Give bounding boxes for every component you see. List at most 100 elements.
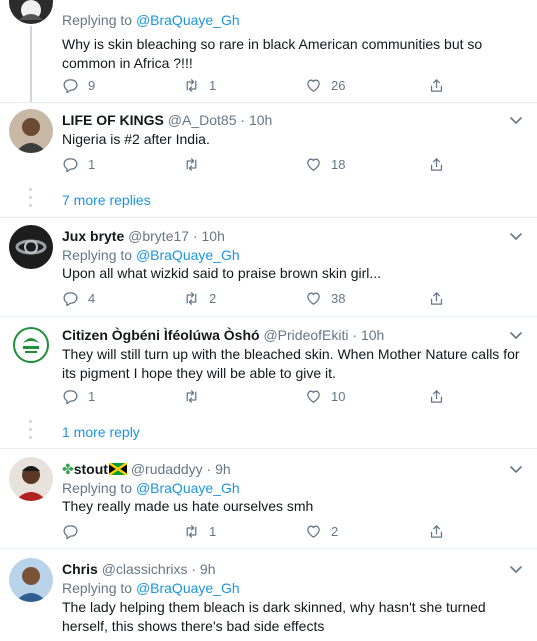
tweet-text: The lady helping them bleach is dark ski… [62, 599, 486, 634]
tweet-menu-button[interactable] [509, 229, 523, 243]
replying-to: Replying to @BraQuaye_Gh [62, 579, 240, 597]
user-handle[interactable]: @bryte17 [128, 228, 189, 244]
like-button[interactable]: 2 [305, 521, 338, 541]
retweet-button[interactable]: 1 [183, 75, 216, 95]
timestamp[interactable]: 10h [202, 228, 225, 244]
show-more-replies-link[interactable]: 7 more replies [62, 191, 151, 209]
reply-icon [63, 157, 78, 172]
reply-button[interactable]: 4 [62, 288, 95, 308]
heart-icon [307, 525, 320, 538]
share-icon [430, 78, 443, 92]
share-icon [430, 389, 443, 403]
display-name[interactable]: Citizen Ògbéni Ìféolúwa Òshó [62, 327, 260, 343]
avatar[interactable] [9, 558, 53, 602]
avatar[interactable] [9, 457, 53, 501]
tweet-menu-button[interactable] [509, 562, 523, 576]
retweet-icon [186, 78, 197, 92]
share-icon [430, 524, 443, 538]
retweet-icon [186, 157, 197, 171]
tweet-header: LIFE OF KINGS @A_Dot85 · 10h [62, 111, 272, 129]
user-handle[interactable]: @classichrixs [102, 561, 188, 577]
tweet-header: Citizen Ògbéni Ìféolúwa Òshó @PrideofEki… [62, 326, 384, 344]
mention-link[interactable]: @BraQuaye_Gh [136, 12, 240, 28]
tweet-menu-button[interactable] [509, 462, 523, 476]
heart-icon [307, 79, 320, 92]
retweet-icon [186, 389, 197, 403]
separator-dot: · [192, 228, 198, 244]
like-count: 38 [331, 290, 346, 306]
timestamp[interactable]: 10h [361, 327, 384, 343]
share-button[interactable] [428, 154, 445, 174]
avatar[interactable] [9, 225, 53, 269]
user-handle[interactable]: @rudaddyy [131, 461, 203, 477]
tweet-actions: 1 10 [62, 386, 462, 406]
share-button[interactable] [428, 288, 445, 308]
replying-to-label: Replying to [62, 480, 133, 496]
display-name[interactable]: Jux bryte [62, 228, 124, 244]
display-name[interactable]: stout [74, 461, 108, 477]
tweet-actions: 1 2 [62, 521, 462, 541]
share-button[interactable] [428, 75, 445, 95]
reply-count: 4 [88, 290, 96, 306]
timestamp[interactable]: 10h [249, 112, 272, 128]
like-count: 10 [331, 388, 346, 404]
show-more-replies-link[interactable]: 1 more reply [62, 423, 140, 441]
heart-icon [307, 292, 320, 305]
chevron-down-icon [510, 233, 522, 240]
tweet-header: ✤stout @rudaddyy · 9h [62, 460, 231, 478]
timestamp[interactable]: 9h [215, 461, 231, 477]
reply-icon [63, 524, 78, 539]
tweet-text: They really made us hate ourselves smh [62, 498, 314, 514]
retweet-button[interactable]: 2 [183, 288, 216, 308]
display-name[interactable]: LIFE OF KINGS [62, 112, 164, 128]
avatar[interactable] [9, 109, 53, 153]
tweet-menu-button[interactable] [509, 113, 523, 127]
mention-link[interactable]: @BraQuaye_Gh [136, 247, 240, 263]
tweet-text: Upon all what wizkid said to praise brow… [62, 265, 382, 281]
user-handle[interactable]: @A_Dot85 [168, 112, 237, 128]
reply-icon [63, 78, 78, 93]
replying-to: Replying to @BraQuaye_Gh [62, 246, 240, 264]
tweet-menu-button[interactable] [509, 328, 523, 342]
chevron-down-icon [510, 466, 522, 473]
like-button[interactable]: 38 [305, 288, 345, 308]
avatar[interactable] [9, 323, 53, 367]
mention-link[interactable]: @BraQuaye_Gh [136, 580, 240, 596]
like-button[interactable]: 10 [305, 386, 345, 406]
tweet-text: Nigeria is #2 after India. [62, 131, 210, 147]
display-name[interactable]: Chris [62, 561, 98, 577]
share-button[interactable] [428, 521, 445, 541]
reply-button[interactable] [62, 521, 88, 541]
reply-icon [63, 291, 78, 306]
reply-button[interactable]: 1 [62, 386, 95, 406]
thread-line [30, 26, 32, 102]
share-button[interactable] [428, 386, 445, 406]
retweet-button[interactable]: 1 [183, 521, 216, 541]
retweet-icon [186, 291, 197, 305]
heart-icon [307, 158, 320, 171]
like-count: 2 [331, 523, 339, 539]
timestamp[interactable]: 9h [200, 561, 216, 577]
user-handle[interactable]: @PrideofEkiti [263, 327, 348, 343]
mention-link[interactable]: @BraQuaye_Gh [136, 480, 240, 496]
like-button[interactable]: 18 [305, 154, 345, 174]
reply-count: 9 [88, 77, 96, 93]
tweet-divider [0, 102, 537, 103]
separator-dot: · [240, 112, 246, 128]
tweet-divider [0, 548, 537, 549]
reply-button[interactable]: 1 [62, 154, 95, 174]
like-count: 26 [331, 77, 346, 93]
reply-button[interactable]: 9 [62, 75, 95, 95]
retweet-icon [186, 524, 197, 538]
conversation-thread: Replying to @BraQuaye_Gh Why is skin ble… [0, 0, 537, 641]
tweet-header: Jux bryte @bryte17 · 10h [62, 227, 225, 245]
chevron-down-icon [510, 332, 522, 339]
retweet-button[interactable] [183, 154, 209, 174]
avatar[interactable] [9, 0, 53, 24]
tweet-text: They will still turn up with the bleache… [62, 346, 520, 381]
retweet-button[interactable] [183, 386, 209, 406]
separator-dot: · [206, 461, 212, 477]
tweet-actions: 9 1 26 [62, 75, 462, 95]
like-button[interactable]: 26 [305, 75, 345, 95]
thread-dots [29, 420, 33, 444]
